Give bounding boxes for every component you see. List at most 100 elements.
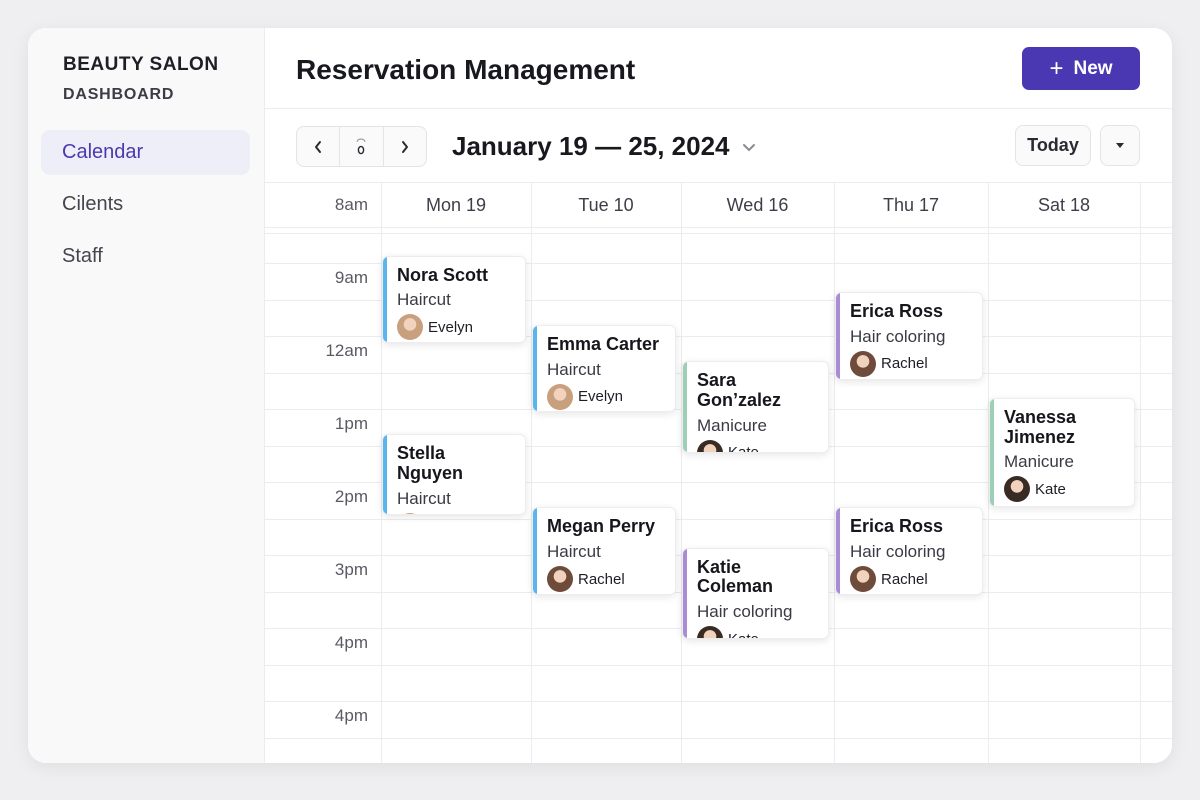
- appointment-client-name: Nora Scott: [397, 264, 489, 285]
- app-window: BEAUTY SALON DASHBOARD Calendar Cilents …: [28, 28, 1172, 763]
- staff-avatar: [397, 512, 423, 514]
- column-divider: [834, 183, 835, 763]
- staff-name: Rachel: [578, 570, 625, 588]
- appointment-service: Manicure: [697, 415, 767, 435]
- new-button-label: New: [1073, 57, 1113, 79]
- appointment-service: Haircut: [397, 290, 451, 310]
- staff-name: Kate: [1035, 480, 1066, 498]
- day-header: Sat 18: [1037, 195, 1091, 215]
- header-divider: [265, 108, 1172, 109]
- day-header: Thu 17: [882, 195, 940, 215]
- time-label: 3pm: [334, 560, 368, 579]
- appointment-client-name: Vanessa Jimenez: [1004, 406, 1077, 447]
- appointment-card[interactable]: Emma Carter Haircut Evelyn: [532, 324, 676, 413]
- staff-name: Rachel: [881, 570, 928, 588]
- appointment-card[interactable]: Katie Coleman Hair coloring Kate: [682, 547, 829, 639]
- week-navigation: [296, 126, 427, 167]
- staff-avatar: [697, 439, 723, 452]
- appointment-service: Haircut: [397, 488, 451, 508]
- appointment-service: Haircut: [547, 542, 601, 562]
- appointment-card[interactable]: Nora Scott Haircut Evelyn: [382, 255, 526, 344]
- staff-avatar: [850, 350, 876, 377]
- column-divider: [1140, 183, 1141, 763]
- reset-week-button[interactable]: [339, 127, 382, 166]
- time-label: 1pm: [334, 414, 368, 433]
- day-header: Tue 10: [578, 195, 634, 215]
- chevron-down-icon[interactable]: [742, 139, 756, 155]
- time-label: 12am: [325, 341, 368, 360]
- caret-down-icon: [1116, 143, 1124, 148]
- appointment-staff: Evelyn: [397, 314, 515, 341]
- appointment-card[interactable]: Erica Ross Hair coloring Rachel: [835, 507, 983, 595]
- sidebar: BEAUTY SALON DASHBOARD Calendar Cilents …: [28, 28, 265, 763]
- staff-avatar: [697, 626, 723, 638]
- plus-icon: +: [1049, 54, 1064, 82]
- appointment-staff: Kate: [697, 439, 818, 452]
- appointment-staff: Rachel: [547, 566, 665, 593]
- appointment-card[interactable]: Vanessa Jimenez Manicure Kate: [989, 397, 1135, 508]
- brand-name: BEAUTY SALON: [63, 54, 219, 75]
- column-divider: [531, 183, 532, 763]
- staff-avatar: [1004, 476, 1030, 503]
- sidebar-item-calendar[interactable]: Calendar: [41, 130, 250, 175]
- view-dropdown-button[interactable]: [1100, 125, 1140, 166]
- staff-avatar: [850, 566, 876, 593]
- appointment-service: Hair coloring: [850, 542, 946, 562]
- appointment-staff: Kate: [1004, 476, 1124, 503]
- appointment-card[interactable]: Megan Perry Haircut Rachel: [532, 507, 676, 595]
- hour-line: [265, 738, 1172, 739]
- appointment-service: Hair coloring: [850, 326, 946, 346]
- staff-name: Kate: [728, 631, 759, 638]
- staff-avatar: [397, 314, 423, 341]
- new-reservation-button[interactable]: + New: [1022, 47, 1140, 90]
- hour-line: [265, 665, 1172, 666]
- half-hour-line: [265, 701, 1172, 702]
- appointment-client-name: Erica Ross: [850, 301, 944, 321]
- chevron-right-icon: [401, 140, 408, 153]
- calendar-grid: Mon 19 Tue 10 Wed 16 Thu 17 Sat 18 8am 9am 12am…: [265, 183, 1172, 763]
- brand: BEAUTY SALON DASHBOARD: [63, 54, 219, 104]
- sidebar-item-clients[interactable]: Cilents: [41, 182, 250, 227]
- staff-name: Evelyn: [428, 318, 474, 336]
- chevron-left-icon: [315, 140, 322, 153]
- staff-name: Evelyn: [578, 388, 624, 406]
- appointment-client-name: Megan Perry: [547, 516, 656, 537]
- appointment-staff: Rachel: [850, 350, 972, 377]
- hour-line: [265, 227, 1172, 228]
- date-range-selector[interactable]: January 19 — 25, 2024: [452, 131, 756, 162]
- appointment-card[interactable]: Stella Nguyen Haircut Evelyn: [382, 434, 526, 515]
- next-week-button[interactable]: [382, 127, 426, 166]
- day-header: Wed 16: [726, 195, 789, 215]
- time-label: 4pm: [334, 633, 368, 652]
- today-button[interactable]: Today: [1015, 125, 1091, 166]
- date-range-label: January 19 — 25, 2024: [452, 131, 730, 161]
- prev-week-button[interactable]: [297, 127, 339, 166]
- appointment-client-name: Katie Coleman: [697, 556, 774, 597]
- brand-subtitle: DASHBOARD: [63, 86, 175, 103]
- appointment-card[interactable]: Sara Gon’zalez Manicure Kate: [682, 361, 829, 453]
- time-label: 2pm: [334, 487, 368, 506]
- sidebar-item-staff[interactable]: Staff: [41, 234, 250, 279]
- time-label: 4pm: [334, 706, 368, 725]
- appointment-staff: Kate: [697, 626, 818, 638]
- appointment-client-name: Emma Carter: [547, 333, 660, 354]
- appointment-service: Haircut: [547, 359, 601, 379]
- appointment-client-name: Stella Nguyen: [397, 443, 464, 484]
- appointment-staff: Evelyn: [547, 383, 665, 410]
- staff-name: Rachel: [881, 355, 928, 373]
- page-title: Reservation Management: [296, 54, 636, 85]
- appointment-card[interactable]: Erica Ross Hair coloring Rachel: [835, 292, 983, 380]
- time-label: 9am: [334, 268, 368, 287]
- sidebar-nav: Calendar Cilents Staff: [41, 130, 250, 286]
- appointment-staff: Evelyn: [397, 512, 515, 514]
- appointment-client-name: Erica Ross: [850, 516, 944, 537]
- staff-avatar: [547, 383, 573, 410]
- hour-line: [265, 519, 1172, 520]
- staff-avatar: [547, 566, 573, 593]
- main-panel: Reservation Management + New January 19 …: [265, 28, 1172, 763]
- time-label: 8am: [334, 195, 368, 214]
- column-divider: [681, 183, 682, 763]
- appointment-client-name: Sara Gon’zalez: [697, 370, 782, 411]
- appointment-service: Hair coloring: [697, 602, 793, 622]
- staff-name: Kate: [728, 444, 759, 451]
